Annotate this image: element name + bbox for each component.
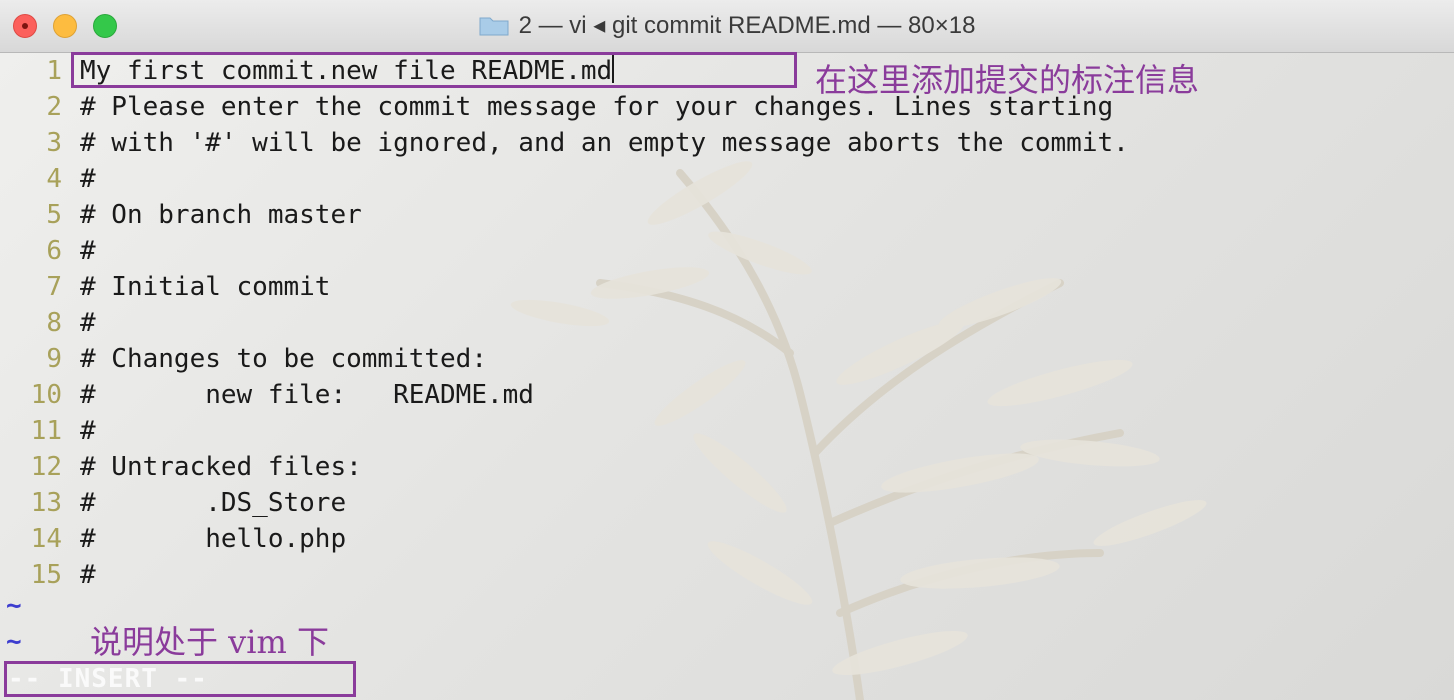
line-text[interactable]: # new file: README.md — [80, 377, 534, 413]
editor-line[interactable]: 9 # Changes to be committed: — [0, 341, 487, 377]
line-number: 3 — [46, 128, 62, 158]
editor-line[interactable]: 13 # .DS_Store — [0, 485, 346, 521]
line-number: 8 — [46, 308, 62, 338]
empty-line-tilde: ~ — [6, 591, 22, 621]
folder-icon — [479, 17, 509, 36]
line-text[interactable]: # hello.php — [80, 521, 346, 557]
line-number: 1 — [46, 56, 62, 86]
line-number: 5 — [46, 200, 62, 230]
line-text[interactable]: # Untracked files: — [80, 449, 362, 485]
editor-line[interactable]: 5 # On branch master — [0, 197, 361, 233]
line-number: 7 — [46, 272, 62, 302]
line-number: 4 — [46, 164, 62, 194]
title-bar[interactable]: 2 — vi ◂ git commit README.md — 80×18 — [0, 0, 1454, 53]
editor-line[interactable]: 12 # Untracked files: — [0, 449, 362, 485]
window-title: 2 — vi ◂ git commit README.md — 80×18 — [518, 12, 976, 39]
editor-line[interactable]: 7 # Initial commit — [0, 269, 330, 305]
line-number: 12 — [30, 452, 62, 482]
editor-line[interactable]: 11 # — [0, 413, 96, 449]
line-number: 14 — [30, 524, 62, 554]
vim-mode-annotation: 说明处于 vim 下 — [90, 623, 330, 661]
line-text[interactable]: # On branch master — [80, 197, 362, 233]
editor-line[interactable]: 2 # Please enter the commit message for y… — [0, 89, 1113, 125]
terminal-window: 2 — vi ◂ git commit README.md — 80×18 1 … — [0, 0, 1454, 700]
insert-mode-indicator: -- INSERT -- — [8, 664, 208, 694]
line-number: 11 — [30, 416, 62, 446]
line-number: 15 — [30, 560, 62, 590]
line-text[interactable]: # — [80, 161, 96, 197]
line-number: 13 — [30, 488, 62, 518]
line-text[interactable]: # Initial commit — [80, 269, 330, 305]
window-title-area: 2 — vi ◂ git commit README.md — 80×18 — [0, 11, 1454, 40]
vim-editor[interactable]: 1 My first commit.new file README.md 2 # Pl… — [0, 52, 1454, 700]
editor-line[interactable]: 10 # new file: README.md — [0, 377, 534, 413]
commit-message-highlight-box — [71, 52, 797, 88]
line-number: 6 — [46, 236, 62, 266]
empty-line-tilde: ~ — [6, 627, 22, 657]
editor-line[interactable]: 1 My first commit.new file README.md — [0, 53, 615, 89]
line-text[interactable]: # — [80, 557, 96, 593]
editor-line[interactable]: 14 # hello.php — [0, 521, 346, 557]
editor-line[interactable]: 3 # with '#' will be ignored, and an empt… — [0, 125, 1128, 161]
line-text[interactable]: # — [80, 305, 96, 341]
line-text[interactable]: # with '#' will be ignored, and an empty… — [80, 125, 1129, 161]
line-text[interactable]: # — [80, 413, 96, 449]
line-text[interactable]: # .DS_Store — [80, 485, 346, 521]
line-number: 9 — [46, 344, 62, 374]
line-number: 10 — [30, 380, 62, 410]
commit-note-annotation: 在这里添加提交的标注信息 — [815, 61, 1200, 99]
line-text[interactable]: # — [80, 233, 96, 269]
editor-line[interactable]: 8 # — [0, 305, 95, 341]
editor-line[interactable]: 6 # — [0, 233, 95, 269]
line-text[interactable]: # Changes to be committed: — [80, 341, 487, 377]
editor-line[interactable]: 4 # — [0, 161, 95, 197]
editor-line[interactable]: 15 # — [0, 557, 96, 593]
line-number: 2 — [46, 92, 62, 122]
